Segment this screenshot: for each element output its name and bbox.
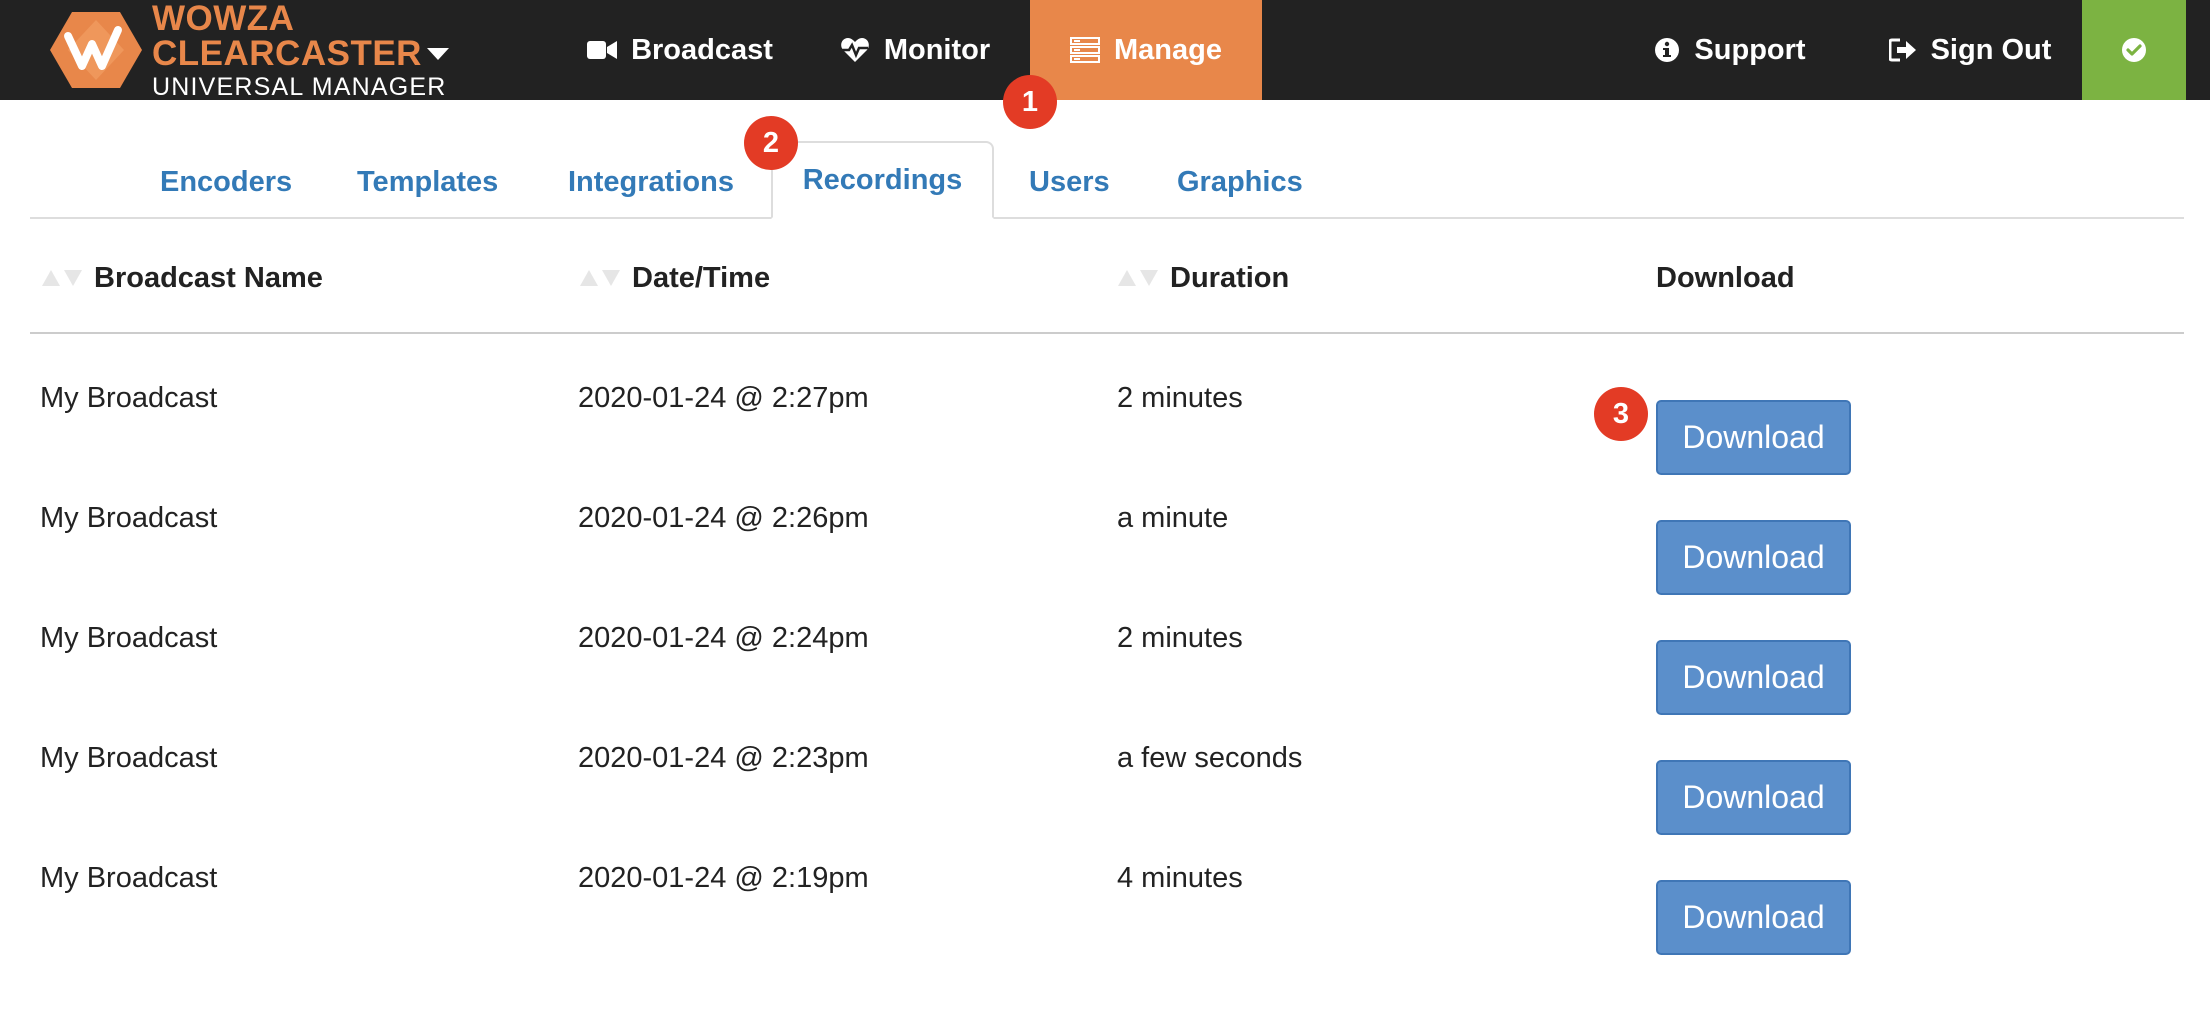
download-button[interactable]: Download [1656,760,1851,835]
table-row: My Broadcast 2020-01-24 @ 2:27pm 2 minut… [30,358,2184,478]
sort-arrows-icon [1118,270,1162,286]
nav-broadcast-label: Broadcast [631,33,773,66]
column-header-duration[interactable]: Duration [1118,256,1289,300]
cell-date-time: 2020-01-24 @ 2:24pm [578,621,869,654]
nav-support[interactable]: Support [1630,0,1830,100]
table-row: My Broadcast 2020-01-24 @ 2:23pm a few s… [30,718,2184,838]
cell-duration: a few seconds [1117,741,1303,774]
column-header-download: Download [1656,261,1795,294]
cell-date-time: 2020-01-24 @ 2:27pm [578,381,869,414]
tabs-divider [30,217,2184,219]
cell-duration: 4 minutes [1117,861,1243,894]
cell-broadcast-name: My Broadcast [40,621,218,654]
cell-date-time: 2020-01-24 @ 2:26pm [578,501,869,534]
tab-graphics[interactable]: Graphics [1177,152,1303,212]
cell-broadcast-name: My Broadcast [40,861,218,894]
nav-sign-out[interactable]: Sign Out [1860,0,2080,100]
callout-badge-1: 1 [1003,75,1057,129]
video-camera-icon [587,41,618,59]
download-button[interactable]: Download [1656,400,1851,475]
brand-text: WOWZA CLEARCASTER UNIVERSAL MANAGER [152,1,508,100]
cell-duration: a minute [1117,501,1229,534]
nav-manage-label: Manage [1114,33,1222,66]
server-icon [1070,37,1100,63]
column-header-broadcast-name[interactable]: Broadcast Name [42,256,323,300]
download-button[interactable]: Download [1656,520,1851,595]
download-button[interactable]: Download [1656,880,1851,955]
cell-date-time: 2020-01-24 @ 2:23pm [578,741,869,774]
brand-subtitle: UNIVERSAL MANAGER [152,72,447,101]
column-header-label: Duration [1170,261,1290,294]
nav-sign-out-label: Sign Out [1930,33,2052,66]
brand-caret-down-icon[interactable] [427,48,449,60]
info-circle-icon [1655,38,1680,62]
column-header-label: Broadcast Name [94,261,323,294]
status-indicator[interactable] [2082,0,2186,100]
column-header-date-time[interactable]: Date/Time [580,256,770,300]
cell-broadcast-name: My Broadcast [40,501,218,534]
nav-monitor[interactable]: Monitor [800,0,1030,100]
tab-recordings[interactable]: Recordings [771,141,994,219]
cell-duration: 2 minutes [1117,381,1243,414]
table-row: My Broadcast 2020-01-24 @ 2:26pm a minut… [30,478,2184,598]
column-header-label: Date/Time [632,261,771,294]
tab-users[interactable]: Users [1029,152,1110,212]
check-circle-icon [2122,38,2146,62]
cell-duration: 2 minutes [1117,621,1243,654]
nav-manage[interactable]: Manage [1030,0,1262,100]
sign-out-icon [1888,38,1916,62]
table-row: My Broadcast 2020-01-24 @ 2:19pm 4 minut… [30,838,2184,958]
cell-date-time: 2020-01-24 @ 2:19pm [578,861,869,894]
cell-broadcast-name: My Broadcast [40,381,218,414]
brand-title: WOWZA CLEARCASTER [152,0,422,73]
top-navbar: WOWZA CLEARCASTER UNIVERSAL MANAGER Broa… [0,0,2210,100]
callout-badge-3: 3 [1594,387,1648,441]
tab-templates[interactable]: Templates [357,152,498,212]
table-header-divider [30,332,2184,334]
download-button[interactable]: Download [1656,640,1851,715]
table-row: My Broadcast 2020-01-24 @ 2:24pm 2 minut… [30,598,2184,718]
nav-monitor-label: Monitor [883,33,991,66]
callout-badge-2: 2 [744,116,798,170]
sort-arrows-icon [42,270,86,286]
cell-broadcast-name: My Broadcast [40,741,218,774]
nav-support-label: Support [1694,33,1806,66]
nav-broadcast[interactable]: Broadcast [560,0,800,100]
tab-integrations[interactable]: Integrations [568,152,734,212]
sort-arrows-icon [580,270,624,286]
wowza-logo-icon [50,12,142,88]
tab-encoders[interactable]: Encoders [160,152,292,212]
heartbeat-icon [841,38,869,62]
